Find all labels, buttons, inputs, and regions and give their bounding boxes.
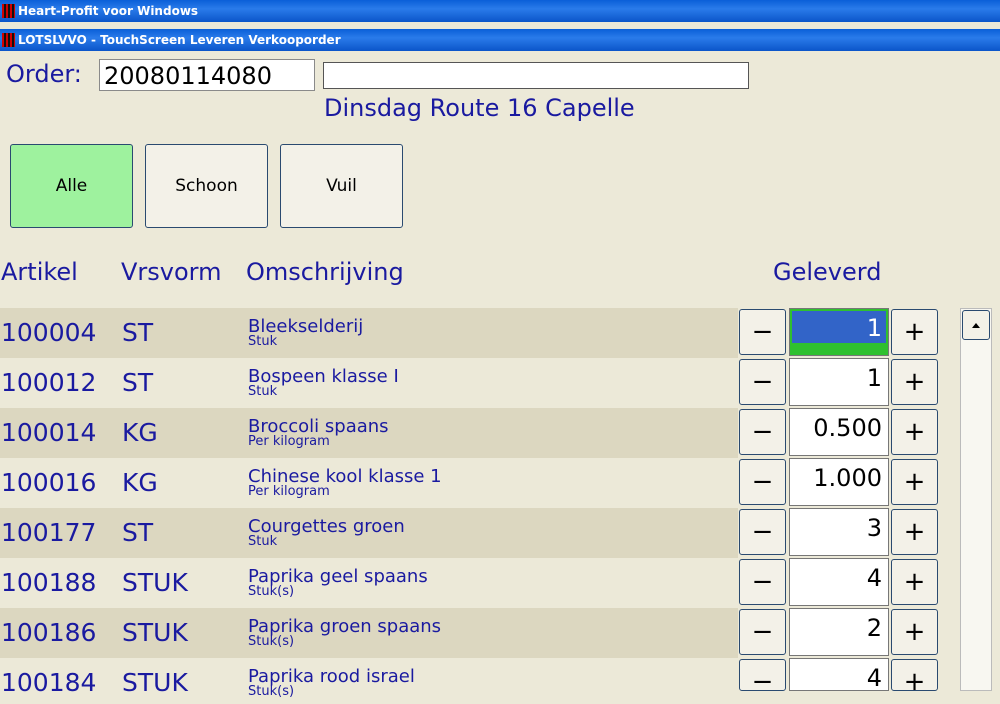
delivered-quantity-field[interactable]: 1 <box>789 358 889 406</box>
app-icon <box>2 4 15 18</box>
packaging-unit: KG <box>122 418 158 447</box>
table-row[interactable]: 100188 STUK Paprika geel spaans Stuk(s) <box>0 558 738 608</box>
article-number: 100016 <box>1 468 97 497</box>
increase-button[interactable]: + <box>891 559 938 605</box>
packaging-unit: ST <box>122 368 154 397</box>
decrease-button[interactable]: − <box>739 659 786 697</box>
article-unit: Stuk <box>248 534 278 549</box>
table-row[interactable]: 100184 STUK Paprika rood israel Stuk(s) <box>0 658 738 699</box>
article-unit: Per kilogram <box>248 434 330 449</box>
window-title: LOTSLVVO - TouchScreen Leveren Verkoopor… <box>18 33 341 47</box>
filter-dirty-button[interactable]: Vuil <box>280 144 403 228</box>
decrease-button[interactable]: − <box>739 609 786 655</box>
delivered-quantity-field[interactable]: 1 <box>789 308 889 356</box>
packaging-unit: ST <box>122 518 154 547</box>
article-number: 100012 <box>1 368 97 397</box>
decrease-button[interactable]: − <box>739 309 786 355</box>
route-label: Dinsdag Route 16 Capelle <box>324 94 635 122</box>
order-number-field[interactable]: 20080114080 <box>99 59 315 91</box>
delivered-quantity-field[interactable]: 2 <box>789 608 889 656</box>
app-titlebar: Heart-Profit voor Windows <box>0 0 1000 22</box>
article-number: 100177 <box>1 518 97 547</box>
column-header-artikel: Artikel <box>1 258 78 286</box>
filter-clean-button[interactable]: Schoon <box>145 144 268 228</box>
article-number: 100184 <box>1 668 97 697</box>
packaging-unit: STUK <box>122 618 188 647</box>
window-titlebar: LOTSLVVO - TouchScreen Leveren Verkoopor… <box>0 29 1000 51</box>
table-row[interactable]: 100004 ST Bleekselderij Stuk <box>0 308 738 358</box>
decrease-button[interactable]: − <box>739 559 786 605</box>
article-number: 100014 <box>1 418 97 447</box>
delivered-quantity-field[interactable]: 0.500 <box>789 408 889 456</box>
increase-button[interactable]: + <box>891 659 938 697</box>
article-number: 100186 <box>1 618 97 647</box>
filter-all-button[interactable]: Alle <box>10 144 133 228</box>
increase-button[interactable]: + <box>891 509 938 555</box>
increase-button[interactable]: + <box>891 309 938 355</box>
packaging-unit: KG <box>122 468 158 497</box>
delivered-quantity-field[interactable]: 4 <box>789 658 889 692</box>
increase-button[interactable]: + <box>891 359 938 405</box>
order-label: Order: <box>6 60 82 88</box>
app-title: Heart-Profit voor Windows <box>18 4 199 18</box>
decrease-button[interactable]: − <box>739 409 786 455</box>
table-row[interactable]: 100016 KG Chinese kool klasse 1 Per kilo… <box>0 458 738 508</box>
article-unit: Stuk <box>248 384 278 399</box>
scroll-up-button[interactable] <box>962 310 990 340</box>
column-header-vrsvorm: Vrsvorm <box>121 258 222 286</box>
vertical-scrollbar[interactable] <box>960 308 992 691</box>
increase-button[interactable]: + <box>891 409 938 455</box>
arrow-up-icon <box>972 322 980 328</box>
decrease-button[interactable]: − <box>739 359 786 405</box>
decrease-button[interactable]: − <box>739 509 786 555</box>
article-unit: Per kilogram <box>248 484 330 499</box>
packaging-unit: STUK <box>122 568 188 597</box>
article-unit: Stuk(s) <box>248 634 295 649</box>
table-row[interactable]: 100177 ST Courgettes groen Stuk <box>0 508 738 558</box>
column-header-omschrijving: Omschrijving <box>246 258 404 286</box>
increase-button[interactable]: + <box>891 609 938 655</box>
order-name-field[interactable] <box>323 62 749 89</box>
article-number: 100188 <box>1 568 97 597</box>
delivered-quantity-field[interactable]: 4 <box>789 558 889 606</box>
delivered-quantity-value: 1 <box>792 311 886 343</box>
decrease-button[interactable]: − <box>739 459 786 505</box>
table-row[interactable]: 100186 STUK Paprika groen spaans Stuk(s) <box>0 608 738 658</box>
packaging-unit: STUK <box>122 668 188 697</box>
column-header-geleverd: Geleverd <box>773 258 882 286</box>
article-number: 100004 <box>1 318 97 347</box>
article-unit: Stuk(s) <box>248 684 295 699</box>
article-unit: Stuk(s) <box>248 584 295 599</box>
article-unit: Stuk <box>248 334 278 349</box>
packaging-unit: ST <box>122 318 154 347</box>
window-icon <box>2 33 15 47</box>
delivered-quantity-field[interactable]: 3 <box>789 508 889 556</box>
increase-button[interactable]: + <box>891 459 938 505</box>
table-row[interactable]: 100014 KG Broccoli spaans Per kilogram <box>0 408 738 458</box>
table-row[interactable]: 100012 ST Bospeen klasse I Stuk <box>0 358 738 408</box>
delivered-quantity-field[interactable]: 1.000 <box>789 458 889 506</box>
